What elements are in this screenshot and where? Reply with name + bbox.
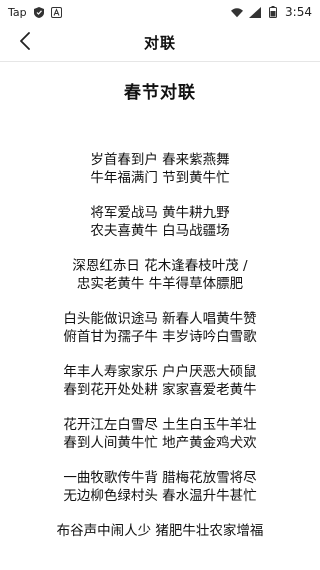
couplet-line: 牛年福满门 节到黄牛忙 xyxy=(90,170,230,186)
list-item: 白头能做识途马 新春人唱黄牛赞 俯首甘为孺子牛 丰岁诗吟白雪歌 xyxy=(0,310,320,346)
page-title: 春节对联 xyxy=(124,83,196,103)
chevron-left-icon xyxy=(19,32,31,54)
couplet-line: 布谷声中闹人少 猪肥牛壮农家增福 xyxy=(56,523,264,539)
couplet-line: 将军爱战马 黄牛耕九野 xyxy=(90,205,230,221)
status-left: Tap xyxy=(8,6,63,19)
couplet-line: 农夫喜黄牛 白马战疆场 xyxy=(90,223,230,239)
content-scroll[interactable]: 春节对联 岁首春到户 春来紫燕舞 牛年福满门 节到黄牛忙 将军爱战马 黄牛耕九野… xyxy=(0,62,320,570)
app-title: 对联 xyxy=(143,34,176,52)
signal-icon xyxy=(249,6,262,18)
couplet-line: 花开江左白雪尽 土生白玉牛羊壮 xyxy=(63,417,257,433)
couplet-line: 岁首春到户 春来紫燕舞 xyxy=(90,152,230,168)
list-item: 深恩红赤日 花木逢春枝叶茂 / 忠实老黄牛 牛羊得草体膘肥 xyxy=(0,257,320,293)
couplet-line: 年丰人寿家家乐 户户厌恶大硕鼠 xyxy=(63,364,257,380)
couplet-line: 深恩红赤日 花木逢春枝叶茂 / xyxy=(72,258,248,274)
couplet-line: 俯首甘为孺子牛 丰岁诗吟白雪歌 xyxy=(63,329,257,345)
list-item: 年丰人寿家家乐 户户厌恶大硕鼠 春到花开处处耕 家家喜爱老黄牛 xyxy=(0,363,320,399)
list-item: 将军爱战马 黄牛耕九野 农夫喜黄牛 白马战疆场 xyxy=(0,204,320,240)
font-a-icon xyxy=(51,6,63,18)
wifi-icon xyxy=(231,6,244,18)
back-button[interactable] xyxy=(12,30,38,56)
couplet-list: 岁首春到户 春来紫燕舞 牛年福满门 节到黄牛忙 将军爱战马 黄牛耕九野 农夫喜黄… xyxy=(0,151,320,540)
status-right: 3:54 xyxy=(231,5,312,19)
battery-icon xyxy=(267,6,279,18)
shield-icon xyxy=(33,6,45,18)
carrier-label: Tap xyxy=(8,5,27,19)
app-bar: 对联 xyxy=(0,24,320,62)
couplet-line: 白头能做识途马 新春人唱黄牛赞 xyxy=(63,311,257,327)
couplet-line: 一曲牧歌传牛背 腊梅花放雪将尽 xyxy=(63,470,257,486)
status-bar: Tap 3:54 xyxy=(0,0,320,24)
status-time: 3:54 xyxy=(285,5,312,19)
couplet-line: 无边柳色绿村头 春水温升牛甚忙 xyxy=(63,488,257,504)
list-item: 一曲牧歌传牛背 腊梅花放雪将尽 无边柳色绿村头 春水温升牛甚忙 xyxy=(0,469,320,505)
list-item: 岁首春到户 春来紫燕舞 牛年福满门 节到黄牛忙 xyxy=(0,151,320,187)
couplet-line: 春到花开处处耕 家家喜爱老黄牛 xyxy=(63,382,257,398)
list-item: 布谷声中闹人少 猪肥牛壮农家增福 xyxy=(0,522,320,540)
couplet-line: 忠实老黄牛 牛羊得草体膘肥 xyxy=(76,276,244,292)
list-item: 花开江左白雪尽 土生白玉牛羊壮 春到人间黄牛忙 地产黄金鸡犬欢 xyxy=(0,416,320,452)
couplet-line: 春到人间黄牛忙 地产黄金鸡犬欢 xyxy=(63,435,257,451)
